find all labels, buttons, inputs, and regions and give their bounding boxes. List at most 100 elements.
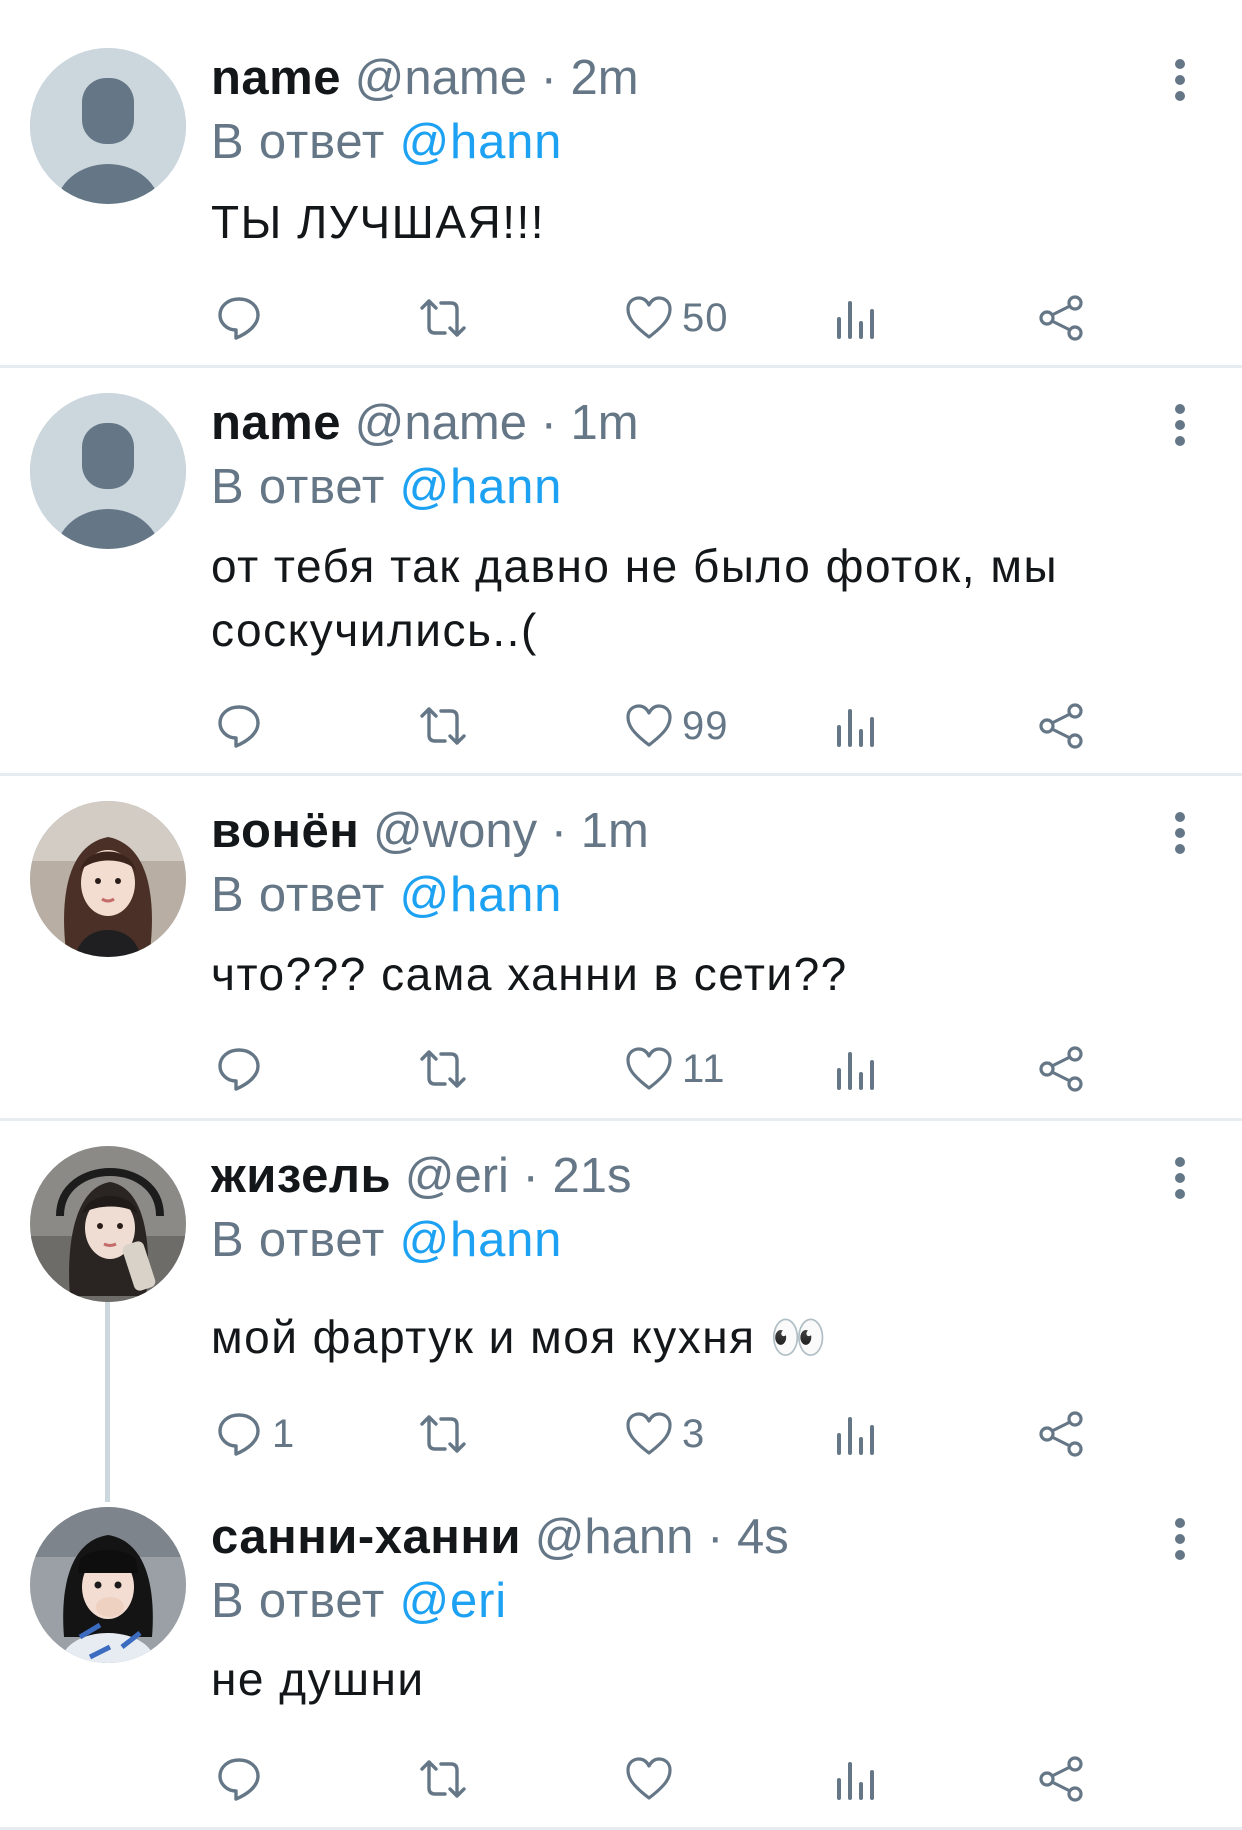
reply-context: В ответ @hann xyxy=(211,114,562,170)
username[interactable]: @name xyxy=(355,51,527,105)
timestamp[interactable]: 1m xyxy=(581,804,649,858)
tweet[interactable]: жизель @eri · 21s В ответ @hann мой фарт… xyxy=(0,1121,1242,1481)
reply-icon xyxy=(218,705,260,748)
reply-mention-link[interactable]: @eri xyxy=(399,1574,506,1628)
avatar[interactable] xyxy=(30,48,186,204)
tweet-header: name @name · 1m xyxy=(211,395,639,451)
reply-feed: name @name · 2m В ответ @hann ТЫ ЛУЧШАЯ!… xyxy=(0,0,1242,1830)
reply-icon xyxy=(218,1758,260,1801)
share-button[interactable] xyxy=(1036,1404,1086,1464)
share-button[interactable] xyxy=(1036,1749,1086,1809)
retweet-icon xyxy=(420,299,466,337)
tweet[interactable]: вонён @wony · 1m В ответ @hann что??? са… xyxy=(0,776,1242,1118)
views-icon xyxy=(837,1762,874,1800)
reply-mention-link[interactable]: @hann xyxy=(399,868,562,922)
avatar[interactable] xyxy=(30,1507,186,1663)
retweet-button[interactable] xyxy=(418,288,476,348)
views-button[interactable] xyxy=(831,288,881,348)
separator-dot: · xyxy=(707,1510,724,1564)
like-button[interactable]: 3 xyxy=(624,1404,705,1464)
reply-button[interactable] xyxy=(214,1039,272,1099)
avatar[interactable] xyxy=(30,801,186,957)
share-icon xyxy=(1039,1756,1083,1802)
share-button[interactable] xyxy=(1036,1039,1086,1099)
reply-mention-link[interactable]: @hann xyxy=(399,460,562,514)
action-bar: 99 xyxy=(0,696,1242,756)
tweet-text: что??? сама ханни в сети?? xyxy=(211,948,848,1000)
timestamp[interactable]: 4s xyxy=(737,1510,789,1564)
views-button[interactable] xyxy=(831,1039,881,1099)
more-vertical-icon xyxy=(1175,1518,1185,1560)
tweet[interactable]: name @name · 2m В ответ @hann ТЫ ЛУЧШАЯ!… xyxy=(0,0,1242,365)
retweet-button[interactable] xyxy=(418,1039,476,1099)
retweet-button[interactable] xyxy=(418,1404,476,1464)
username[interactable]: @eri xyxy=(405,1149,509,1203)
action-bar: 1 3 xyxy=(0,1404,1242,1464)
tweet[interactable]: name @name · 1m В ответ @hann от тебя та… xyxy=(0,368,1242,773)
display-name[interactable]: name xyxy=(211,51,341,105)
reply-button[interactable] xyxy=(214,288,272,348)
retweet-icon xyxy=(420,1760,466,1798)
views-icon xyxy=(837,1052,874,1090)
tweet[interactable]: санни-ханни @hann · 4s В ответ @eri не д… xyxy=(0,1481,1242,1830)
like-button[interactable] xyxy=(624,1749,682,1809)
reply-prefix: В ответ xyxy=(211,115,386,169)
tweet-text: ТЫ ЛУЧШАЯ!!! xyxy=(211,196,546,248)
reply-mention-link[interactable]: @hann xyxy=(399,1213,562,1267)
like-count: 99 xyxy=(682,703,729,748)
reply-context: В ответ @hann xyxy=(211,459,562,515)
like-count: 11 xyxy=(682,1046,726,1091)
display-name[interactable]: вонён xyxy=(211,804,359,858)
reply-icon xyxy=(218,297,260,340)
reply-prefix: В ответ xyxy=(211,1574,386,1628)
views-button[interactable] xyxy=(831,1749,881,1809)
views-icon xyxy=(837,1417,874,1455)
like-button[interactable]: 50 xyxy=(624,288,729,348)
more-options-button[interactable] xyxy=(1165,50,1195,110)
username[interactable]: @hann xyxy=(535,1510,694,1564)
like-button[interactable]: 99 xyxy=(624,696,729,756)
retweet-button[interactable] xyxy=(418,696,476,756)
more-vertical-icon xyxy=(1175,404,1185,446)
share-icon xyxy=(1039,295,1083,341)
share-icon xyxy=(1039,1046,1083,1092)
action-bar: 50 xyxy=(0,288,1242,348)
reply-button[interactable] xyxy=(214,696,272,756)
retweet-icon xyxy=(420,707,466,745)
tweet-header: жизель @eri · 21s xyxy=(211,1148,632,1204)
share-button[interactable] xyxy=(1036,288,1086,348)
retweet-button[interactable] xyxy=(418,1749,476,1809)
reply-button[interactable] xyxy=(214,1749,272,1809)
views-button[interactable] xyxy=(831,1404,881,1464)
more-vertical-icon xyxy=(1175,812,1185,854)
reply-icon xyxy=(218,1048,260,1091)
display-name[interactable]: name xyxy=(211,396,341,450)
views-icon xyxy=(837,709,874,747)
avatar[interactable] xyxy=(30,1146,186,1302)
share-button[interactable] xyxy=(1036,696,1086,756)
display-name[interactable]: санни-ханни xyxy=(211,1510,521,1564)
more-vertical-icon xyxy=(1175,1157,1185,1199)
like-count: 50 xyxy=(682,295,729,340)
timestamp[interactable]: 1m xyxy=(571,396,639,450)
username[interactable]: @name xyxy=(355,396,527,450)
more-options-button[interactable] xyxy=(1165,803,1195,863)
timestamp[interactable]: 2m xyxy=(571,51,639,105)
reply-context: В ответ @hann xyxy=(211,1212,562,1268)
reply-prefix: В ответ xyxy=(211,868,386,922)
like-button[interactable]: 11 xyxy=(624,1039,726,1099)
more-options-button[interactable] xyxy=(1165,395,1195,455)
more-options-button[interactable] xyxy=(1165,1148,1195,1208)
share-icon xyxy=(1039,1411,1083,1457)
more-options-button[interactable] xyxy=(1165,1509,1195,1569)
display-name[interactable]: жизель xyxy=(211,1149,391,1203)
reply-button[interactable]: 1 xyxy=(214,1404,295,1464)
views-button[interactable] xyxy=(831,696,881,756)
separator-dot: · xyxy=(540,51,557,105)
timestamp[interactable]: 21s xyxy=(552,1149,631,1203)
reply-mention-link[interactable]: @hann xyxy=(399,115,562,169)
username[interactable]: @wony xyxy=(373,804,537,858)
avatar[interactable] xyxy=(30,393,186,549)
tweet-header: name @name · 2m xyxy=(211,50,639,106)
share-icon xyxy=(1039,703,1083,749)
